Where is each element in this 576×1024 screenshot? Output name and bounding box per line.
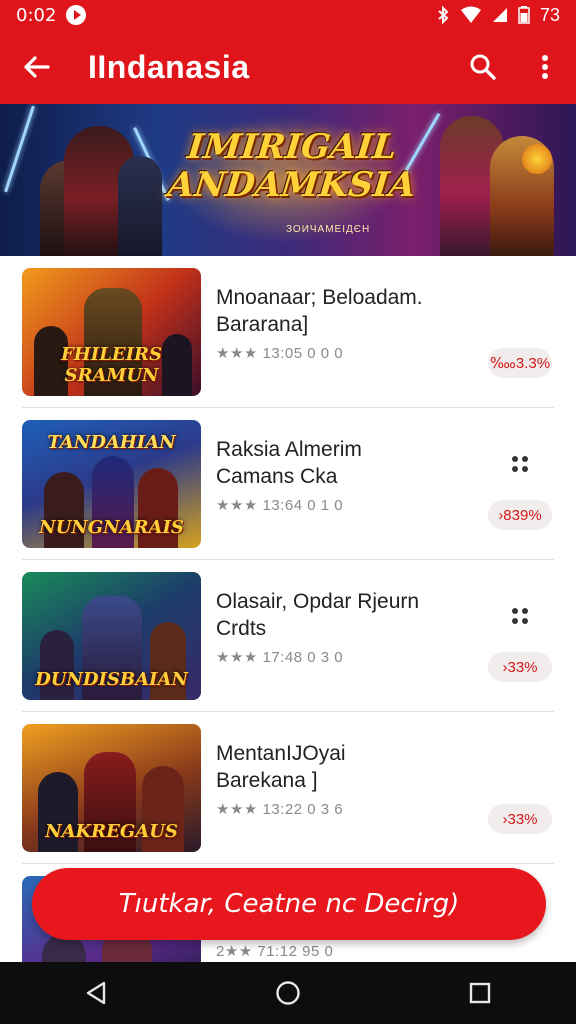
discount-badge[interactable]: ›839% [488, 500, 552, 530]
banner-title: IMIRIGAIL ANDAMKSIA [165, 127, 418, 205]
featured-banner[interactable]: IMIRIGAIL ANDAMKSIA ЗОИЧАМЕІДЄН [0, 104, 576, 256]
list-item[interactable]: NAKREGAUS MentanIJOyai Barekana ] ★★★ 13… [22, 712, 554, 864]
game-title: Mnoanaar; Beloadam. [216, 286, 423, 309]
page-title: IIndanasia [88, 48, 250, 85]
search-button[interactable] [452, 30, 514, 104]
nav-recents-button[interactable] [440, 962, 520, 1024]
game-title: Raksia Almerim [216, 438, 362, 461]
nav-back-button[interactable] [56, 962, 136, 1024]
game-meta: ★★★ 13:05 0 0 0 [216, 345, 344, 362]
banner-subtitle: ЗОИЧАМЕІДЄН [286, 224, 371, 235]
more-vert-icon [542, 55, 548, 79]
list-item[interactable]: FHILEIRS SRAMUN Mnoanaar; Beloadam. Bara… [22, 256, 554, 408]
discount-badge[interactable]: ›33% [488, 804, 552, 834]
square-recents-icon [469, 982, 491, 1004]
game-title: MentanIJOyai [216, 742, 346, 765]
triangle-back-icon [86, 981, 106, 1005]
game-meta: ★★★ 13:22 0 3 6 [216, 801, 344, 818]
thumbnail-caption: DUNDISBAIAN [35, 669, 188, 690]
discount-badge[interactable]: ›33% [488, 652, 552, 682]
nav-home-button[interactable] [248, 962, 328, 1024]
thumbnail-caption: NAKREGAUS [45, 821, 178, 842]
list-item[interactable]: TANDAHIAN NUNGNARAIS Raksia Almerim Cama… [22, 408, 554, 560]
item-menu-button[interactable] [510, 606, 530, 626]
game-thumbnail: FHILEIRS SRAMUN [22, 268, 201, 396]
thumbnail-caption: FHILEIRS SRAMUN [61, 344, 162, 386]
game-thumbnail: TANDAHIAN NUNGNARAIS [22, 420, 201, 548]
system-nav-bar [0, 962, 576, 1024]
game-thumbnail: NAKREGAUS [22, 724, 201, 852]
screen-record-icon [66, 5, 87, 25]
game-subtitle: Crdts [216, 617, 267, 640]
circle-home-icon [276, 981, 300, 1005]
banner-hero-left-2 [118, 156, 162, 256]
discount-badge[interactable]: ‱3.3% [488, 348, 552, 378]
item-menu-button[interactable] [510, 454, 530, 474]
primary-cta-button[interactable]: Tıutkar, Ceatne nc Decirg) [32, 868, 546, 940]
game-subtitle: Bararana] [216, 313, 309, 336]
status-icons: 73 [436, 5, 560, 26]
thumbnail-caption: NUNGNARAIS [39, 517, 184, 538]
game-meta: ★★★ 13:64 0 1 0 [216, 497, 344, 514]
game-meta: ★★★ 17:48 0 3 0 [216, 649, 344, 666]
game-thumbnail: DUNDISBAIAN [22, 572, 201, 700]
status-time: 0:02 [16, 4, 57, 26]
overflow-menu-button[interactable] [514, 30, 576, 104]
app-bar: IIndanasia [0, 30, 576, 104]
battery-icon [518, 6, 530, 24]
wifi-icon [460, 6, 481, 23]
list-item[interactable]: DUNDISBAIAN Olasair, Opdar Rjeurn Crdts … [22, 560, 554, 712]
bluetooth-icon [438, 6, 449, 24]
thumbnail-caption-top: TANDAHIAN [47, 432, 176, 453]
signal-icon [492, 8, 507, 22]
back-button[interactable] [0, 30, 72, 104]
status-bar: 0:02 73 [0, 0, 576, 30]
game-subtitle: Camans Cka [216, 465, 338, 488]
search-icon [470, 54, 496, 80]
game-meta: 2★★ 71:12 95 0 [216, 943, 334, 960]
game-subtitle: Barekana ] [216, 769, 318, 792]
battery-level: 73 [539, 4, 560, 25]
arrow-left-icon [24, 56, 50, 78]
game-title: Olasair, Opdar Rjeurn [216, 590, 420, 613]
